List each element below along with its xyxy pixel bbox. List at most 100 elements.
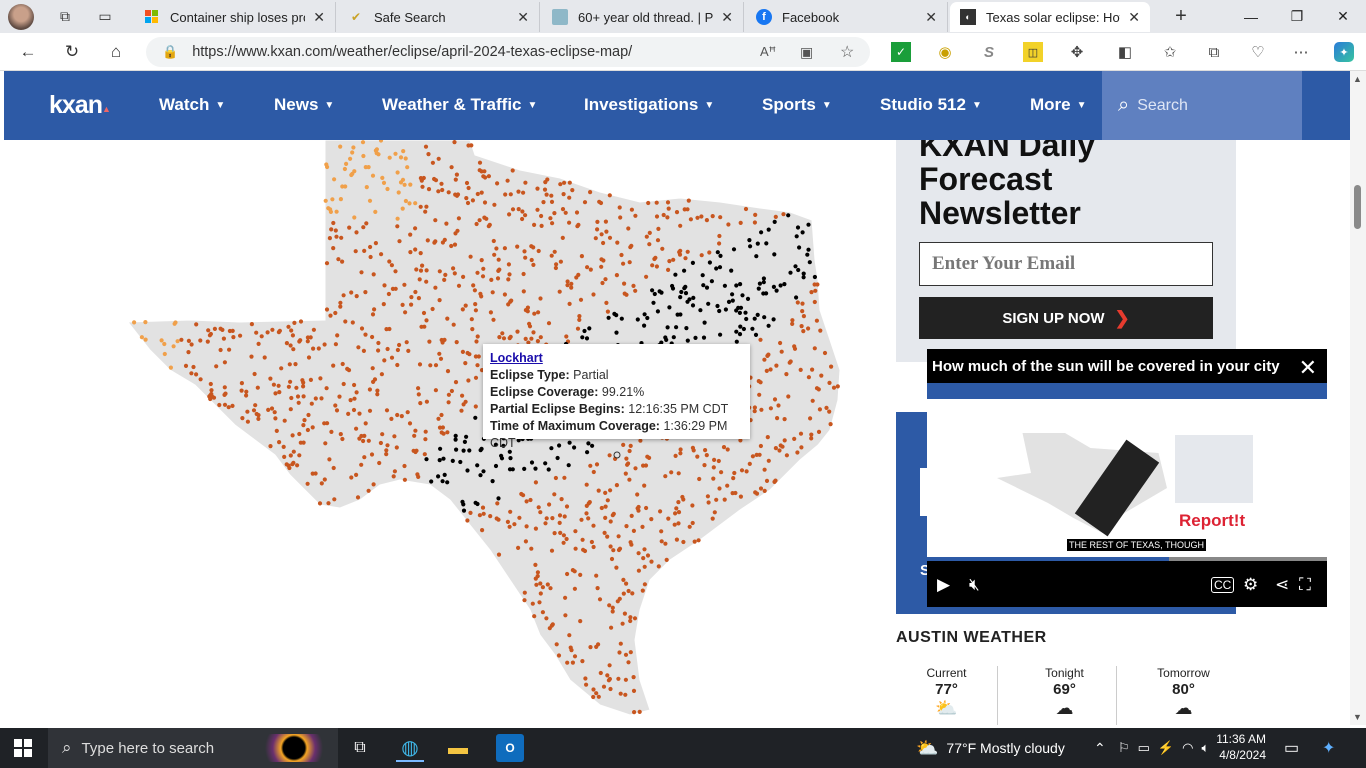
city-dot[interactable] <box>395 216 400 221</box>
city-dot[interactable] <box>640 524 645 529</box>
city-dot[interactable] <box>371 272 376 277</box>
city-dot[interactable] <box>591 544 596 550</box>
city-dot[interactable] <box>492 202 497 207</box>
city-dot[interactable] <box>569 648 574 653</box>
city-dot[interactable] <box>508 509 513 514</box>
city-dot[interactable] <box>757 281 763 286</box>
city-dot[interactable] <box>584 336 590 341</box>
city-dot[interactable] <box>632 616 638 621</box>
city-dot[interactable] <box>544 516 549 521</box>
city-dot[interactable] <box>295 463 300 468</box>
city-dot[interactable] <box>641 463 646 468</box>
city-dot[interactable] <box>306 412 311 418</box>
city-dot[interactable] <box>472 288 477 293</box>
city-dot[interactable] <box>552 492 557 497</box>
city-dot[interactable] <box>591 292 596 297</box>
city-dot[interactable] <box>495 276 501 281</box>
captions-icon[interactable]: CC <box>1211 577 1235 593</box>
city-dot[interactable] <box>564 504 570 509</box>
extensions-icon[interactable]: ✥ <box>1067 42 1087 62</box>
city-dot[interactable] <box>206 328 211 333</box>
city-dot[interactable] <box>460 499 465 504</box>
city-dot[interactable] <box>510 207 516 212</box>
city-dot[interactable] <box>609 625 614 630</box>
city-dot[interactable] <box>795 300 800 305</box>
city-dot[interactable] <box>605 309 611 314</box>
city-dot[interactable] <box>565 283 570 288</box>
city-dot[interactable] <box>641 556 646 561</box>
city-dot[interactable] <box>798 431 804 436</box>
city-dot[interactable] <box>782 438 787 443</box>
city-dot[interactable] <box>682 207 687 212</box>
city-dot[interactable] <box>352 169 357 174</box>
city-dot[interactable] <box>622 281 627 286</box>
city-dot[interactable] <box>467 448 472 453</box>
city-dot[interactable] <box>617 650 622 655</box>
city-dot[interactable] <box>468 510 473 515</box>
city-dot[interactable] <box>499 453 504 458</box>
city-dot[interactable] <box>363 165 368 170</box>
tab-old-thread[interactable]: 60+ year old thread. | Pag ✕ <box>542 2 744 32</box>
city-dot[interactable] <box>771 284 777 289</box>
city-dot[interactable] <box>509 298 514 303</box>
city-dot[interactable] <box>387 155 392 160</box>
city-dot[interactable] <box>338 144 343 149</box>
city-dot[interactable] <box>624 456 629 461</box>
city-dot[interactable] <box>538 335 543 340</box>
city-dot[interactable] <box>685 338 690 343</box>
city-dot[interactable] <box>347 225 352 230</box>
city-dot[interactable] <box>799 324 804 329</box>
city-dot[interactable] <box>597 199 602 204</box>
file-explorer-icon[interactable]: ▬ <box>444 734 472 762</box>
city-dot[interactable] <box>618 691 623 696</box>
city-dot[interactable] <box>494 246 499 251</box>
city-dot[interactable] <box>740 293 745 298</box>
city-dot[interactable] <box>604 300 609 305</box>
city-dot[interactable] <box>451 322 456 327</box>
city-dot[interactable] <box>663 335 668 340</box>
city-dot[interactable] <box>667 259 672 264</box>
city-dot[interactable] <box>777 448 782 453</box>
city-dot[interactable] <box>279 366 284 371</box>
city-dot[interactable] <box>669 470 674 475</box>
city-dot[interactable] <box>380 175 385 180</box>
city-dot[interactable] <box>719 470 724 475</box>
city-dot[interactable] <box>654 214 660 219</box>
city-dot[interactable] <box>690 260 696 265</box>
city-dot[interactable] <box>644 234 649 239</box>
city-dot[interactable] <box>771 317 776 322</box>
city-dot[interactable] <box>790 321 795 326</box>
city-dot[interactable] <box>269 406 275 411</box>
city-dot[interactable] <box>523 308 529 313</box>
city-dot[interactable] <box>400 206 405 211</box>
city-dot[interactable] <box>766 352 771 357</box>
city-dot[interactable] <box>814 386 820 391</box>
city-dot[interactable] <box>355 495 361 500</box>
city-dot[interactable] <box>621 591 626 596</box>
city-dot[interactable] <box>552 531 557 536</box>
weather-widget[interactable]: ⛅ 77°F Mostly cloudy <box>916 728 1065 768</box>
city-dot[interactable] <box>491 317 496 322</box>
city-dot[interactable] <box>256 416 261 421</box>
scroll-down-icon[interactable]: ▼ <box>1353 712 1362 722</box>
city-dot[interactable] <box>352 215 357 220</box>
city-dot[interactable] <box>478 473 483 478</box>
city-dot[interactable] <box>442 472 447 477</box>
city-dot[interactable] <box>319 481 324 486</box>
city-dot[interactable] <box>449 388 454 394</box>
city-dot[interactable] <box>738 324 743 329</box>
city-dot[interactable] <box>473 375 479 380</box>
city-dot[interactable] <box>584 482 589 487</box>
city-dot[interactable] <box>631 675 636 680</box>
city-dot[interactable] <box>475 270 480 275</box>
city-dot[interactable] <box>734 308 739 313</box>
city-dot[interactable] <box>404 340 409 345</box>
city-dot[interactable] <box>301 384 306 389</box>
city-dot[interactable] <box>629 207 635 212</box>
city-dot[interactable] <box>529 336 534 341</box>
city-dot[interactable] <box>440 240 445 245</box>
city-dot[interactable] <box>507 272 512 277</box>
city-dot[interactable] <box>800 301 805 306</box>
city-dot[interactable] <box>311 327 316 332</box>
city-dot[interactable] <box>239 381 244 386</box>
